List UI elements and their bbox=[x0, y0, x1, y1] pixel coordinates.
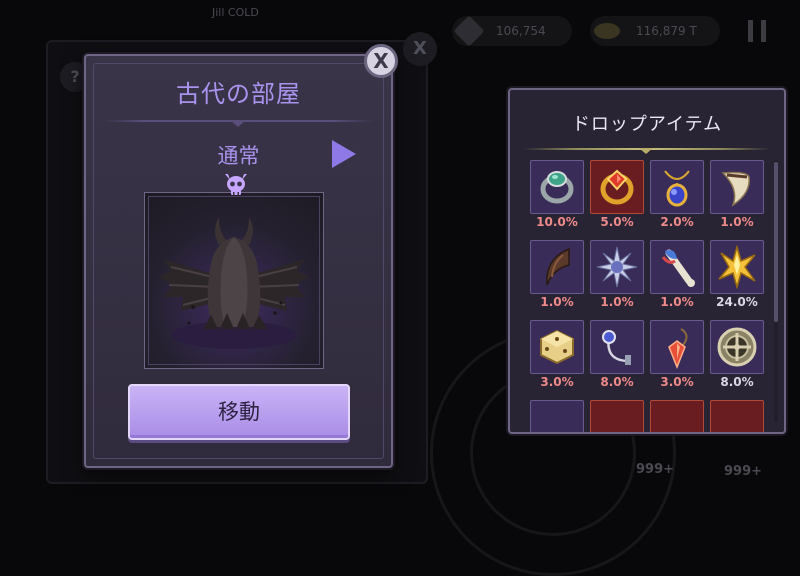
drop-item[interactable] bbox=[650, 400, 704, 432]
dark-claw-icon bbox=[546, 247, 570, 286]
gold-dice-icon bbox=[540, 329, 574, 365]
bg-badge-right: 999+ bbox=[724, 464, 763, 479]
drop-title-divider-notch bbox=[639, 148, 653, 154]
item-drop-rate: 5.0% bbox=[600, 215, 634, 229]
item-drop-rate: 3.0% bbox=[660, 375, 694, 389]
item-slot bbox=[710, 160, 764, 214]
next-difficulty-arrow-icon[interactable] bbox=[330, 138, 358, 170]
item-drop-rate: 1.0% bbox=[540, 295, 574, 309]
item-drop-rate: 3.0% bbox=[540, 375, 574, 389]
item-slot bbox=[530, 240, 584, 294]
bg-badge-left: 999+ bbox=[636, 462, 675, 477]
item-slot bbox=[650, 240, 704, 294]
drop-panel-title: ドロップアイテム bbox=[571, 114, 723, 135]
skull-difficulty-icon bbox=[225, 174, 247, 195]
item-slot bbox=[650, 400, 704, 432]
item-slot bbox=[710, 400, 764, 432]
drop-item[interactable]: 2.0% bbox=[650, 160, 704, 236]
drop-item[interactable]: 5.0% bbox=[590, 160, 644, 236]
drop-item[interactable]: 1.0% bbox=[650, 240, 704, 316]
item-drop-rate: 2.0% bbox=[660, 215, 694, 229]
item-slot bbox=[590, 160, 644, 214]
item-drop-rate: 1.0% bbox=[720, 215, 754, 229]
drop-items-scroll-area[interactable]: 10.0% 5.0% 2.0% 1.0% 1.0% 1.0% 1.0% 24.0… bbox=[528, 160, 764, 432]
drop-item[interactable]: 8.0% bbox=[590, 320, 644, 396]
drop-item[interactable] bbox=[530, 400, 584, 432]
gold-star-shard-icon bbox=[718, 245, 756, 289]
drop-item[interactable]: 8.0% bbox=[710, 320, 764, 396]
silver-pendant-icon bbox=[602, 330, 631, 365]
feathered-bone-icon bbox=[661, 249, 695, 287]
close-dialog-button[interactable]: X bbox=[364, 44, 398, 78]
item-slot bbox=[590, 400, 644, 432]
boss-monster-icon bbox=[159, 217, 309, 349]
boss-portrait-frame bbox=[144, 192, 324, 369]
item-slot bbox=[650, 320, 704, 374]
currency-bar: 106,754 116,879 T bbox=[430, 12, 800, 52]
dialog-title: 古代の部屋 bbox=[176, 80, 301, 108]
room-dialog: 古代の部屋 通常 移動 bbox=[84, 54, 393, 468]
item-slot bbox=[530, 400, 584, 432]
drop-item[interactable]: 3.0% bbox=[530, 320, 584, 396]
jade-ring-icon bbox=[540, 171, 574, 204]
drop-item[interactable]: 24.0% bbox=[710, 240, 764, 316]
item-slot bbox=[650, 160, 704, 214]
sapphire-amulet-icon bbox=[664, 170, 690, 207]
pause-icon[interactable] bbox=[748, 20, 766, 42]
gold-coin-icon bbox=[594, 23, 620, 39]
item-slot bbox=[590, 320, 644, 374]
drop-scrollbar-thumb[interactable] bbox=[774, 162, 778, 322]
ruby-ring-icon bbox=[600, 169, 634, 205]
drop-item[interactable]: 1.0% bbox=[710, 160, 764, 236]
item-slot bbox=[710, 240, 764, 294]
item-drop-rate: 8.0% bbox=[600, 375, 634, 389]
red-crystal-necklace-icon bbox=[668, 328, 688, 369]
item-slot bbox=[590, 240, 644, 294]
bg-close-icon: X bbox=[403, 32, 437, 66]
drop-item[interactable]: 1.0% bbox=[530, 240, 584, 316]
spiked-orb-icon bbox=[596, 246, 638, 288]
item-drop-rate: 24.0% bbox=[716, 295, 758, 309]
drop-item[interactable]: 1.0% bbox=[590, 240, 644, 316]
ivory-horn-icon bbox=[721, 171, 750, 207]
item-drop-rate: 1.0% bbox=[600, 295, 634, 309]
item-slot bbox=[530, 160, 584, 214]
move-button[interactable]: 移動 bbox=[128, 384, 350, 440]
bg-small-label: Jill COLD bbox=[212, 6, 259, 19]
gold-count: 116,879 T bbox=[636, 24, 697, 38]
drop-item[interactable]: 10.0% bbox=[530, 160, 584, 236]
gem-count: 106,754 bbox=[496, 24, 546, 38]
item-drop-rate: 1.0% bbox=[660, 295, 694, 309]
item-drop-rate: 8.0% bbox=[720, 375, 754, 389]
round-shield-icon bbox=[717, 327, 757, 367]
item-slot bbox=[530, 320, 584, 374]
item-drop-rate: 10.0% bbox=[536, 215, 578, 229]
item-slot bbox=[710, 320, 764, 374]
drop-items-panel: ドロップアイテム 10.0% 5.0% 2.0% 1.0% 1.0% 1.0% … bbox=[508, 88, 786, 434]
title-divider-notch bbox=[230, 120, 246, 127]
drop-item[interactable]: 3.0% bbox=[650, 320, 704, 396]
drop-item[interactable] bbox=[590, 400, 644, 432]
drop-item[interactable] bbox=[710, 400, 764, 432]
